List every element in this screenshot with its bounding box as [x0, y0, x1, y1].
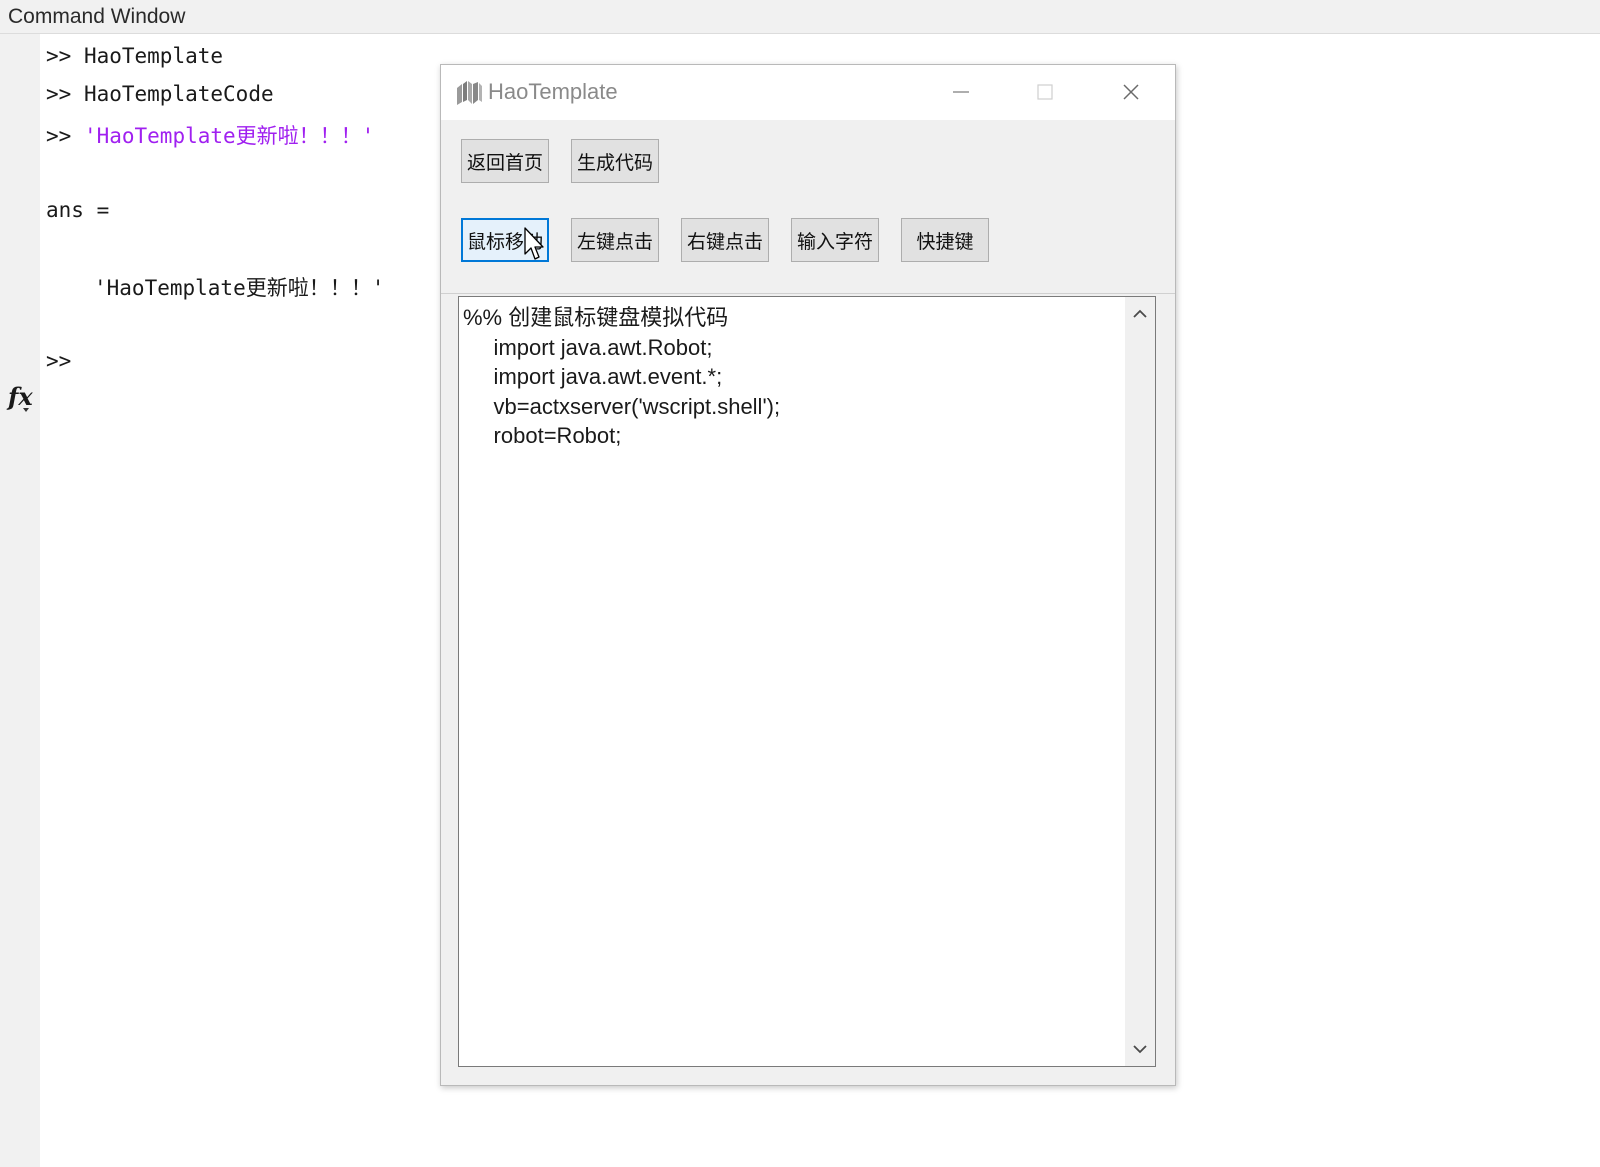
dialog-title: HaoTemplate	[488, 79, 618, 104]
ans-value: 'HaoTemplate更新啦！！！'	[94, 276, 385, 300]
command-history-line: >> HaoTemplate	[46, 44, 224, 68]
code-line: robot=Robot;	[463, 423, 622, 448]
scroll-down-icon[interactable]	[1131, 1042, 1149, 1056]
dialog-titlebar[interactable]: HaoTemplate	[441, 65, 1175, 120]
code-textarea[interactable]: %% 创建鼠标键盘模拟代码 import java.awt.Robot; imp…	[458, 296, 1156, 1067]
command-history-line: >> HaoTemplateCode	[46, 82, 274, 106]
minimize-button[interactable]	[919, 65, 1003, 120]
fx-function-browser-icon[interactable]: fx	[8, 382, 33, 411]
right-click-button[interactable]: 右键点击	[681, 218, 769, 262]
input-chars-button[interactable]: 输入字符	[791, 218, 879, 262]
command-window-header: Command Window	[0, 0, 1600, 34]
code-line: import java.awt.Robot;	[463, 334, 713, 360]
code-line: vb=actxserver('wscript.shell');	[463, 393, 781, 419]
command-window-gutter: fx	[0, 34, 40, 1167]
code-lines: %% 创建鼠标键盘模拟代码 import java.awt.Robot; imp…	[463, 303, 1123, 451]
close-icon	[1123, 84, 1139, 100]
scroll-up-icon[interactable]	[1131, 307, 1149, 321]
shortcut-key-button[interactable]: 快捷键	[901, 218, 989, 262]
command-prompt[interactable]: >>	[46, 349, 71, 373]
mouse-move-button[interactable]: 鼠标移动	[461, 218, 549, 262]
code-line: import java.awt.event.*;	[463, 364, 723, 389]
vertical-scrollbar[interactable]	[1125, 297, 1155, 1066]
maximize-button[interactable]	[1003, 65, 1087, 120]
haotemplate-dialog: HaoTemplate 返回首页 生成代码 鼠标移动 左键点击 右键点击 输入字…	[440, 64, 1176, 1086]
generate-code-button[interactable]: 生成代码	[571, 139, 659, 183]
command-history-line: >> 'HaoTemplate更新啦！！！'	[46, 124, 375, 148]
maximize-icon	[1037, 84, 1053, 100]
minimize-icon	[953, 91, 969, 93]
code-line: %% 创建鼠标键盘模拟代码	[463, 305, 729, 330]
home-button[interactable]: 返回首页	[461, 139, 549, 183]
command-window-title: Command Window	[8, 5, 186, 28]
matlab-app-icon	[457, 81, 482, 105]
fx-dropdown-caret-icon[interactable]	[23, 408, 29, 412]
dialog-separator	[441, 293, 1175, 294]
close-button[interactable]	[1089, 65, 1173, 120]
left-click-button[interactable]: 左键点击	[571, 218, 659, 262]
ans-label: ans =	[46, 198, 110, 222]
